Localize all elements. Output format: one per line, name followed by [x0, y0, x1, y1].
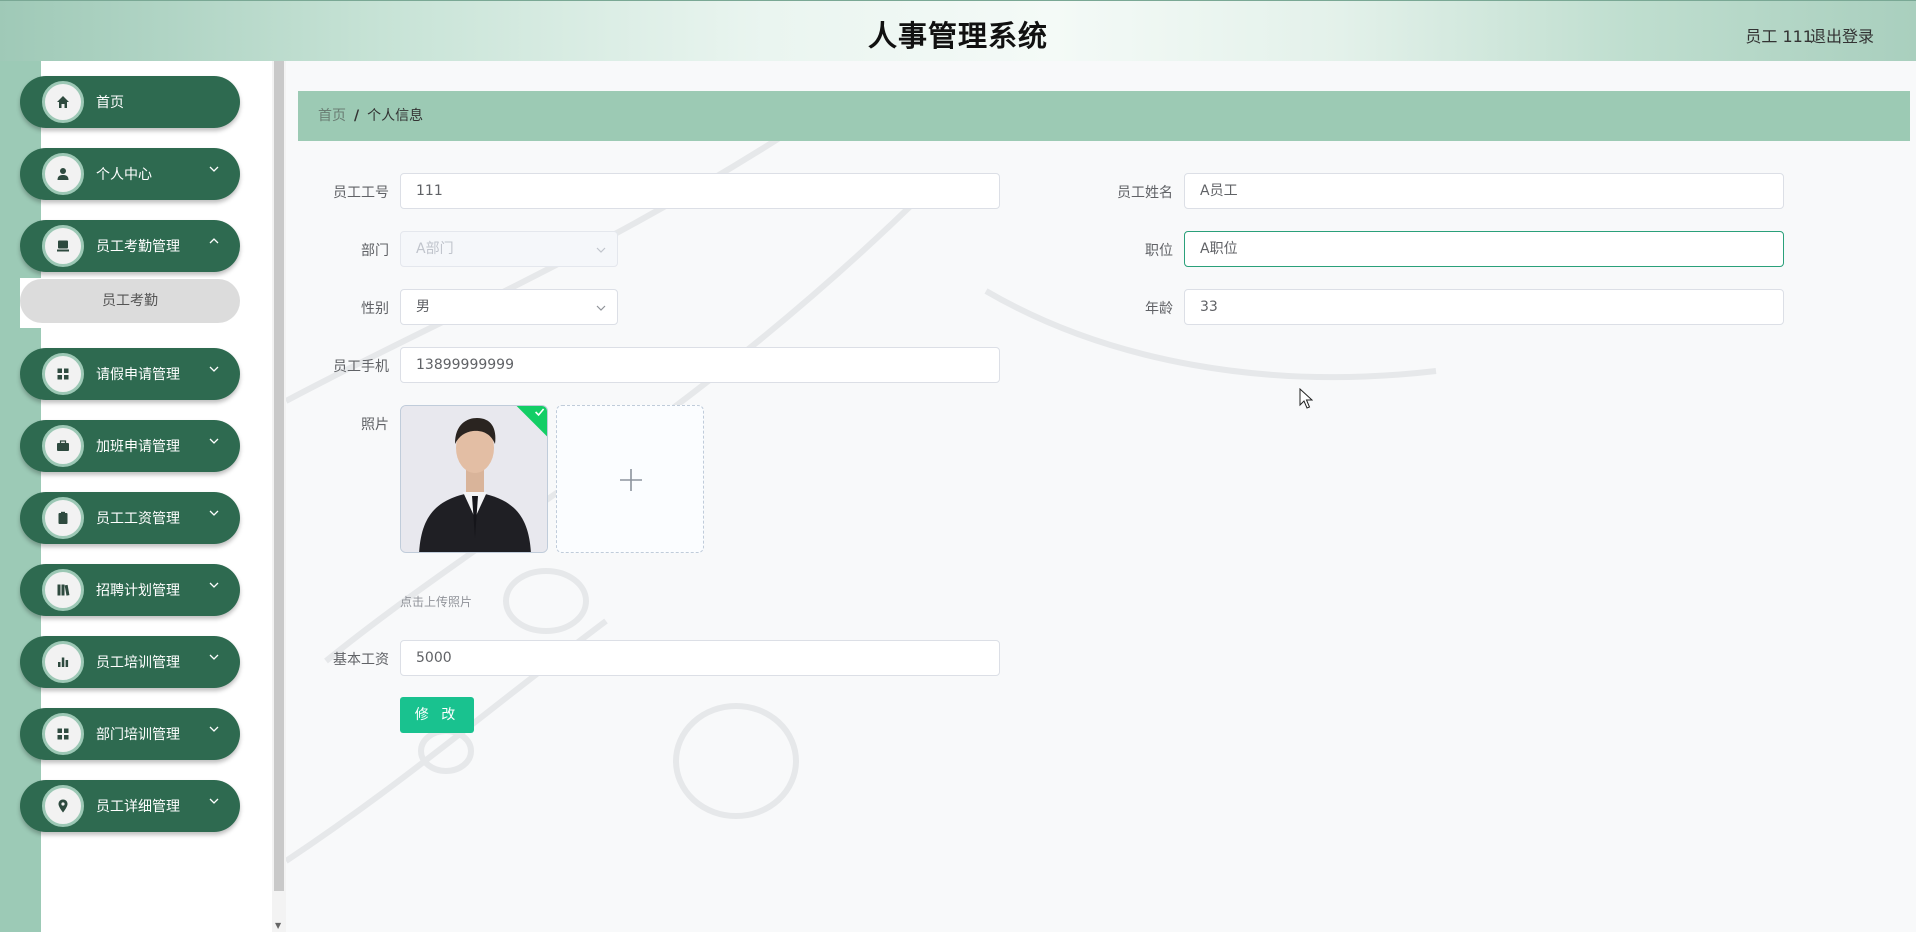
sidebar-item-label: 员工详细管理 — [96, 799, 180, 815]
employee-name-label: 员工姓名 — [1117, 185, 1173, 201]
clipboard-icon — [42, 497, 84, 539]
sidebar-item-label: 员工考勤管理 — [96, 239, 180, 255]
chevron-down-icon — [209, 366, 219, 372]
chevron-up-icon — [209, 238, 219, 244]
chevron-down-icon — [209, 438, 219, 444]
briefcase-icon — [42, 425, 84, 467]
scrollbar-thumb[interactable] — [274, 61, 284, 891]
monitor-icon — [42, 225, 84, 267]
logout-link[interactable]: 退出登录 — [1810, 23, 1874, 47]
phone-label: 员工手机 — [333, 359, 389, 375]
position-input[interactable]: A职位 — [1184, 231, 1784, 267]
sidebar-item-department-training[interactable]: 部门培训管理 — [20, 708, 240, 760]
submenu-item-attendance[interactable]: 员工考勤 — [20, 279, 240, 323]
department-label: 部门 — [361, 243, 389, 259]
chevron-down-icon — [209, 582, 219, 588]
sidebar-item-employee-training[interactable]: 员工培训管理 — [20, 636, 240, 688]
sidebar-item-label: 加班申请管理 — [96, 439, 180, 455]
chevron-down-icon — [209, 166, 219, 172]
base-salary-label: 基本工资 — [333, 652, 389, 668]
sidebar-item-personal-center[interactable]: 个人中心 — [20, 148, 240, 200]
top-header: 人事管理系统 员工 111 退出登录 — [0, 0, 1916, 61]
breadcrumb: 首页 / 个人信息 — [298, 91, 1910, 141]
age-label: 年龄 — [1145, 301, 1173, 317]
book-icon — [42, 569, 84, 611]
sidebar-item-label: 招聘计划管理 — [96, 583, 180, 599]
sidebar-item-label: 个人中心 — [96, 167, 152, 183]
department-value: A部门 — [416, 241, 454, 257]
sidebar-item-label: 员工培训管理 — [96, 655, 180, 671]
check-icon — [535, 408, 545, 417]
photo-label: 照片 — [361, 417, 389, 433]
gender-label: 性别 — [361, 301, 389, 317]
phone-input[interactable]: 13899999999 — [400, 347, 1000, 383]
sidebar-item-overtime-requests[interactable]: 加班申请管理 — [20, 420, 240, 472]
breadcrumb-current: 个人信息 — [367, 108, 424, 124]
upload-hint: 点击上传照片 — [400, 595, 473, 609]
age-input[interactable]: 33 — [1184, 289, 1784, 325]
current-user: 员工 111 — [1745, 27, 1813, 46]
department-select: A部门 — [400, 231, 618, 267]
position-label: 职位 — [1145, 243, 1173, 259]
sidebar-item-salary[interactable]: 员工工资管理 — [20, 492, 240, 544]
employee-name-input[interactable]: A员工 — [1184, 173, 1784, 209]
chevron-down-icon — [209, 510, 219, 516]
bar-chart-icon — [42, 641, 84, 683]
upload-photo-button[interactable] — [556, 405, 704, 553]
user-icon — [42, 153, 84, 195]
location-icon — [42, 785, 84, 827]
scroll-down-arrow-icon[interactable]: ▼ — [275, 921, 281, 930]
sidebar-item-label: 员工工资管理 — [96, 511, 180, 527]
app-title: 人事管理系统 — [867, 19, 1048, 53]
chevron-down-icon — [596, 305, 606, 311]
sidebar-item-recruitment[interactable]: 招聘计划管理 — [20, 564, 240, 616]
sidebar-item-leave-requests[interactable]: 请假申请管理 — [20, 348, 240, 400]
breadcrumb-home-link[interactable]: 首页 — [318, 108, 346, 124]
uploaded-photo[interactable] — [400, 405, 548, 553]
sidebar-item-label: 部门培训管理 — [96, 727, 180, 743]
employee-portrait — [401, 406, 547, 552]
breadcrumb-separator: / — [354, 108, 360, 124]
edit-button[interactable]: 修 改 — [400, 697, 474, 733]
employee-no-input[interactable]: 111 — [400, 173, 1000, 209]
chevron-down-icon — [209, 726, 219, 732]
gender-value: 男 — [416, 299, 430, 315]
main-content: 首页 / 个人信息 员工工号 111 员工姓名 A员工 部门 A部门 职位 A职位 … — [286, 61, 1916, 932]
chevron-down-icon — [209, 654, 219, 660]
mouse-cursor-icon — [1299, 388, 1313, 409]
sidebar-item-home[interactable]: 首页 — [20, 76, 240, 128]
sidebar: 首页 个人中心 员工考勤管理 员工考勤 请假申请管理 加班申请管理 员工工资管理… — [0, 61, 272, 932]
sidebar-scrollbar[interactable]: ▼ — [272, 61, 286, 932]
base-salary-input[interactable]: 5000 — [400, 640, 1000, 676]
home-icon — [42, 81, 84, 123]
grid-icon — [42, 353, 84, 395]
sidebar-item-employee-details[interactable]: 员工详细管理 — [20, 780, 240, 832]
employee-no-label: 员工工号 — [333, 185, 389, 201]
sidebar-item-label: 请假申请管理 — [96, 367, 180, 383]
grid-icon — [42, 713, 84, 755]
gender-select[interactable]: 男 — [400, 289, 618, 325]
sidebar-item-attendance[interactable]: 员工考勤管理 — [20, 220, 240, 272]
chevron-down-icon — [209, 798, 219, 804]
chevron-down-icon — [596, 247, 606, 253]
sidebar-item-label: 首页 — [96, 95, 124, 111]
plus-icon — [620, 469, 642, 491]
